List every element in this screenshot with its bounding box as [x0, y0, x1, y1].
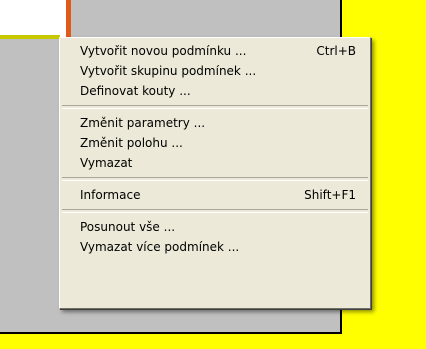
menu-item-define-corners[interactable]: Definovat kouty ...	[60, 81, 370, 101]
menu-item-delete[interactable]: Vymazat	[60, 153, 370, 173]
menu-item-shortcut: Ctrl+B	[316, 44, 356, 58]
menu-item-change-parameters[interactable]: Změnit parametry ...	[60, 113, 370, 133]
canvas-yellow-region-bottom	[0, 334, 426, 349]
menu-separator	[62, 209, 368, 213]
menu-item-label: Vymazat více podmínek ...	[80, 240, 240, 254]
menu-item-label: Definovat kouty ...	[80, 84, 191, 98]
context-menu: Vytvořit novou podmínku ... Ctrl+B Vytvo…	[59, 37, 371, 309]
menu-item-label: Změnit polohu ...	[80, 136, 183, 150]
menu-item-label: Změnit parametry ...	[80, 116, 206, 130]
canvas-yellow-strip	[0, 35, 60, 39]
menu-item-shortcut: Shift+F1	[304, 188, 356, 202]
canvas-orange-bar	[66, 0, 71, 38]
menu-item-label: Posunout vše ...	[80, 220, 176, 234]
menu-item-label: Vymazat	[80, 156, 133, 170]
menu-item-create-condition-group[interactable]: Vytvořit skupinu podmínek ...	[60, 61, 370, 81]
menu-item-change-position[interactable]: Změnit polohu ...	[60, 133, 370, 153]
menu-item-label: Vytvořit novou podmínku ...	[80, 44, 247, 58]
menu-item-label: Informace	[80, 188, 141, 202]
canvas-white-region	[0, 0, 70, 38]
menu-separator	[62, 177, 368, 181]
menu-item-information[interactable]: Informace Shift+F1	[60, 185, 370, 205]
menu-item-delete-multiple-conditions[interactable]: Vymazat více podmínek ...	[60, 237, 370, 257]
menu-item-move-all[interactable]: Posunout vše ...	[60, 217, 370, 237]
menu-item-label: Vytvořit skupinu podmínek ...	[80, 64, 257, 78]
menu-item-create-condition[interactable]: Vytvořit novou podmínku ... Ctrl+B	[60, 41, 370, 61]
menu-separator	[62, 105, 368, 109]
